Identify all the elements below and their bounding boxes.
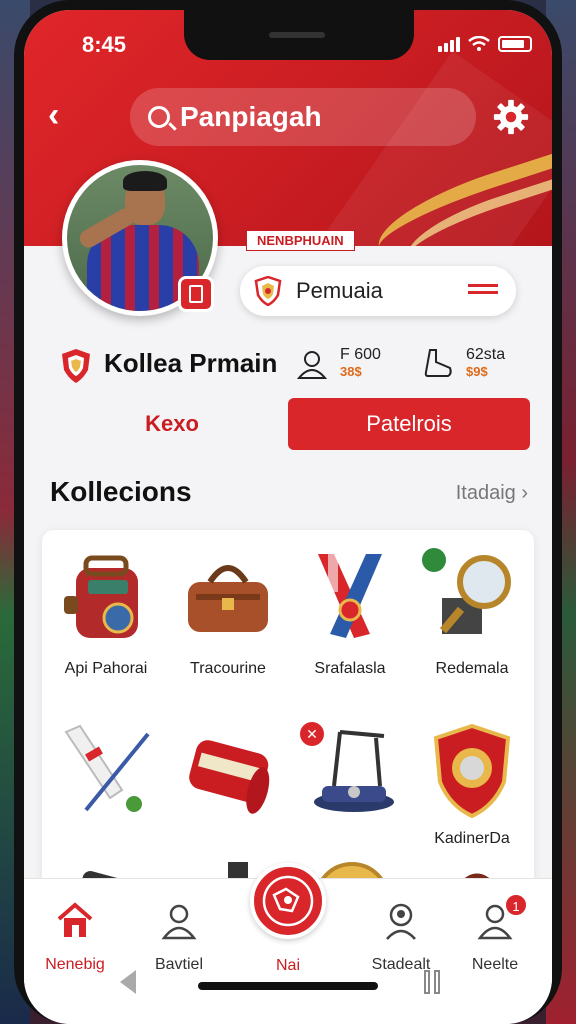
back-button[interactable]: ‹ xyxy=(48,98,82,134)
location-user-icon xyxy=(386,903,416,940)
collection-item[interactable]: Tracourine xyxy=(168,536,288,696)
role-selector[interactable]: Pemuaia xyxy=(240,266,516,316)
stat1-sub: 38$ xyxy=(340,364,362,379)
club-shield-icon xyxy=(254,276,282,306)
search-icon xyxy=(148,106,170,128)
nav-stadium[interactable]: Stadealt xyxy=(356,901,446,974)
svg-text:✕: ✕ xyxy=(306,727,318,743)
boot-icon xyxy=(424,349,452,377)
clock: 8:45 xyxy=(82,32,127,57)
profile-row: Kollea Prmain F 600 38$ 62sta $9$ xyxy=(24,340,552,390)
search-text: Panpiagah xyxy=(180,101,322,132)
backpack-icon xyxy=(64,555,138,638)
item-label: Srafalasla xyxy=(314,660,386,677)
signal-icon xyxy=(438,36,460,52)
phone-frame: 8:45 ‹ Panpiagah NENBPHUAIN Pemuaia Koll… xyxy=(14,0,562,1024)
stat2-value: 62sta xyxy=(466,346,506,363)
home-icon xyxy=(57,902,93,937)
swap-icon xyxy=(468,280,498,300)
collections-header: Kollecions Itadaig › xyxy=(24,472,552,512)
center-action-button[interactable] xyxy=(250,863,326,939)
shield-badge-icon xyxy=(433,723,511,819)
team-shield-icon xyxy=(62,349,90,383)
profile-tabs: Kexo Patelrois xyxy=(24,398,552,452)
search-bar[interactable]: Panpiagah xyxy=(130,88,476,146)
cricket-bat-icon xyxy=(64,724,150,812)
item-label: Api Pahorai xyxy=(64,660,148,677)
gear-icon[interactable] xyxy=(492,98,530,136)
role-tag: NENBPHUAIN xyxy=(246,230,355,251)
nav-label: Nai xyxy=(275,957,300,974)
system-back-icon[interactable] xyxy=(120,970,136,994)
nav-label: Bavtiel xyxy=(154,956,204,973)
nav-notes[interactable]: 1 Neelte xyxy=(450,893,540,974)
nav-profile[interactable]: Bavtiel xyxy=(134,901,224,974)
magnifier-icon xyxy=(422,548,511,634)
scarf-icon xyxy=(318,552,382,638)
profile-name: Kollea Prmain xyxy=(104,348,278,378)
bottom-nav: Nenebig Bavtiel Nai Stadealt 1 Neelte xyxy=(24,863,552,1024)
tab-right-active[interactable]: Patelrois xyxy=(288,398,530,450)
collection-item[interactable]: Srafalasla xyxy=(290,536,410,696)
notification-badge: 1 xyxy=(504,893,528,917)
nav-label: Neelte xyxy=(471,956,519,973)
top-bar: ‹ Panpiagah xyxy=(24,88,552,146)
app-screen: 8:45 ‹ Panpiagah NENBPHUAIN Pemuaia Koll… xyxy=(24,10,552,1024)
avatar[interactable] xyxy=(62,160,218,316)
user-icon xyxy=(161,904,197,940)
home-indicator[interactable] xyxy=(198,982,378,990)
system-recents-icon[interactable] xyxy=(424,970,448,996)
tab-left[interactable]: Kexo xyxy=(62,398,282,450)
item-label: Redemala xyxy=(435,660,509,677)
section-title: Kollecions xyxy=(50,476,192,507)
see-all-link[interactable]: Itadaig › xyxy=(456,482,528,505)
collection-item[interactable]: Redemala xyxy=(412,536,532,696)
role-label: Pemuaia xyxy=(296,278,383,303)
edit-badge-icon[interactable] xyxy=(178,276,214,312)
team-crest-icon xyxy=(262,875,314,927)
nav-home[interactable]: Nenebig xyxy=(30,901,120,974)
user-icon xyxy=(296,351,328,379)
bag-icon xyxy=(188,565,268,632)
nav-label: Nenebig xyxy=(45,956,105,973)
stat1-value: F 600 xyxy=(340,346,381,363)
stat2-sub: $9$ xyxy=(466,364,488,379)
stand-icon: ✕ xyxy=(300,722,394,812)
collection-item[interactable]: Api Pahorai xyxy=(46,536,166,696)
status-bar: 8:45 xyxy=(24,32,552,62)
wifi-icon xyxy=(468,36,490,51)
can-icon xyxy=(189,740,270,814)
battery-icon xyxy=(498,36,532,52)
item-label: Tracourine xyxy=(190,660,266,677)
